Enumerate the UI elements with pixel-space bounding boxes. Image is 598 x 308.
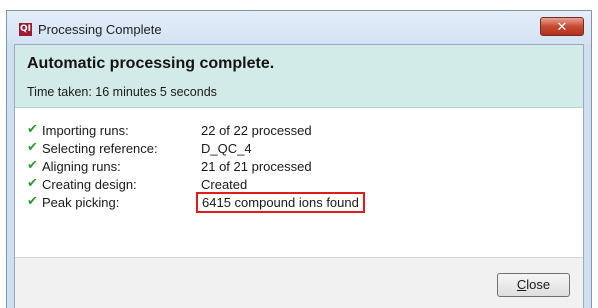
close-button-label: lose: [526, 277, 551, 292]
processing-complete-dialog: QI Processing Complete ✕ Automatic proce…: [6, 10, 592, 308]
close-button-accelerator: C: [516, 277, 527, 292]
summary-heading: Automatic processing complete.: [27, 55, 275, 72]
window-title: Processing Complete: [38, 22, 162, 37]
step-row-peak-picking: ✔ Peak picking: 6415 compound ions found: [27, 192, 547, 213]
dialog-content: Automatic processing complete. Time take…: [14, 44, 584, 308]
step-value: 21 of 21 processed: [201, 159, 312, 174]
step-row-importing-runs: ✔ Importing runs: 22 of 22 processed: [27, 122, 547, 140]
step-list: ✔ Importing runs: 22 of 22 processed ✔ S…: [27, 122, 547, 213]
close-icon: ✕: [556, 19, 568, 34]
step-label: Creating design:: [42, 177, 137, 192]
close-button[interactable]: Close: [497, 273, 570, 297]
step-label: Selecting reference:: [42, 141, 158, 156]
step-row-aligning-runs: ✔ Aligning runs: 21 of 21 processed: [27, 158, 547, 176]
title-bar[interactable]: QI Processing Complete ✕: [7, 11, 591, 44]
step-label: Aligning runs:: [42, 159, 121, 174]
step-label: Peak picking:: [42, 195, 120, 210]
dialog-footer: Close: [15, 257, 583, 308]
summary-header: Automatic processing complete. Time take…: [15, 45, 583, 108]
step-value: Created: [201, 177, 248, 192]
time-taken-text: Time taken: 16 minutes 5 seconds: [27, 85, 217, 99]
check-icon: ✔: [27, 194, 38, 209]
step-value: 22 of 22 processed: [201, 123, 312, 138]
step-row-selecting-reference: ✔ Selecting reference: D_QC_4: [27, 140, 547, 158]
app-logo-icon: QI: [19, 23, 32, 36]
window-close-button[interactable]: ✕: [540, 17, 584, 36]
step-label: Importing runs:: [42, 123, 129, 138]
check-icon: ✔: [27, 140, 38, 155]
check-icon: ✔: [27, 122, 38, 137]
check-icon: ✔: [27, 158, 38, 173]
step-value: D_QC_4: [201, 141, 252, 156]
compound-ions-highlight: 6415 compound ions found: [196, 192, 365, 213]
check-icon: ✔: [27, 176, 38, 191]
